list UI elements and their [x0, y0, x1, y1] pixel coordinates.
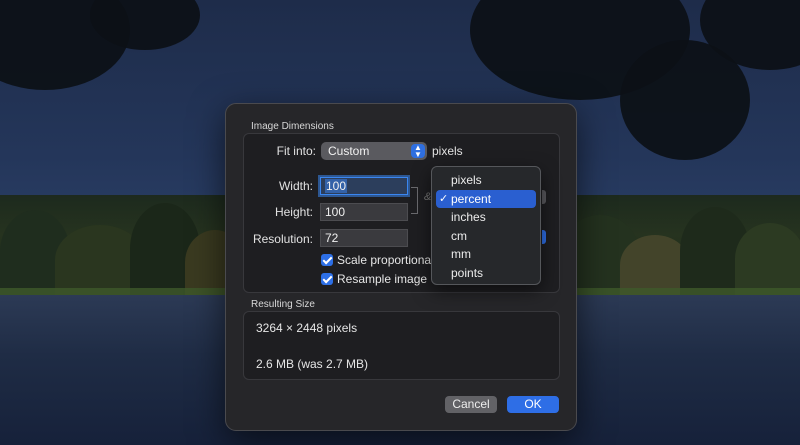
resulting-size-title: Resulting Size: [251, 299, 315, 310]
scale-proportional-label: Scale proportional: [337, 253, 434, 267]
fit-into-value: Custom: [328, 144, 370, 158]
height-label: Height:: [274, 205, 313, 219]
height-value: 100: [325, 205, 346, 219]
width-label: Width:: [278, 179, 313, 193]
unit-dropdown-menu: pixels ✓ percent inches cm mm points: [431, 166, 541, 285]
menu-item-cm[interactable]: cm: [436, 227, 536, 246]
cancel-button[interactable]: Cancel: [445, 396, 497, 413]
updown-chevron-icon: ▲ ▼: [411, 144, 425, 159]
resample-image-checkbox[interactable]: [321, 273, 333, 285]
fit-into-label: Fit into:: [276, 144, 316, 158]
proportion-link-bracket: [411, 187, 418, 214]
image-dimensions-title: Image Dimensions: [251, 121, 334, 132]
menu-item-mm[interactable]: mm: [436, 245, 536, 264]
width-unit-popup-edge[interactable]: [542, 190, 546, 204]
result-filesize: 2.6 MB (was 2.7 MB): [256, 357, 369, 371]
ok-button[interactable]: OK: [507, 396, 559, 413]
fit-into-popup[interactable]: Custom ▲ ▼: [321, 142, 427, 160]
resolution-value: 72: [325, 231, 339, 245]
resolution-unit-popup-edge[interactable]: [542, 230, 546, 244]
menu-item-inches[interactable]: inches: [436, 208, 536, 227]
checkmark-icon: ✓: [439, 192, 449, 205]
resolution-label: Resolution:: [252, 232, 313, 246]
result-dimensions: 3264 × 2448 pixels: [256, 321, 358, 335]
scale-proportional-checkbox[interactable]: [321, 254, 333, 266]
width-value: 100: [325, 179, 348, 193]
resample-image-label: Resample image: [337, 272, 428, 286]
fit-into-unit: pixels: [432, 144, 463, 158]
width-field[interactable]: 100: [320, 177, 408, 195]
menu-item-pixels[interactable]: pixels: [436, 171, 536, 190]
resolution-field[interactable]: 72: [320, 229, 408, 247]
menu-item-percent[interactable]: ✓ percent: [436, 189, 536, 208]
menu-item-points[interactable]: points: [436, 264, 536, 283]
height-field[interactable]: 100: [320, 203, 408, 221]
